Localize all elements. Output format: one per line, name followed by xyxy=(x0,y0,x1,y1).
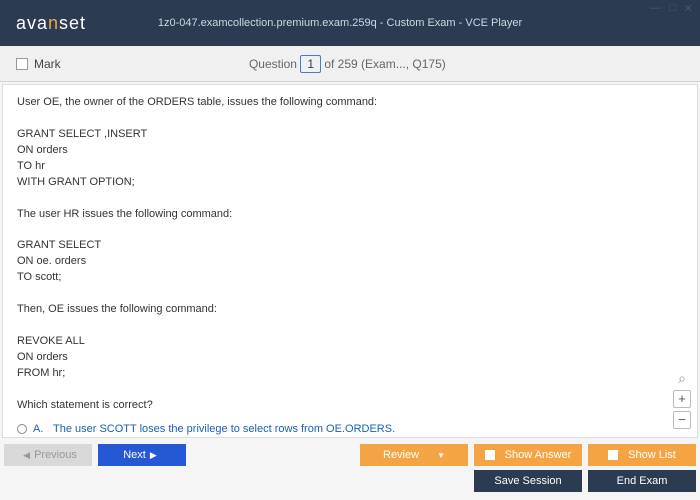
end-exam-button[interactable]: End Exam xyxy=(588,470,696,492)
logo-n: n xyxy=(48,13,59,33)
minimize-icon[interactable]: — xyxy=(647,2,664,15)
previous-label: Previous xyxy=(34,449,77,461)
question-total: of 259 (Exam..., Q175) xyxy=(324,57,445,71)
magnify-icon[interactable]: ⌕ xyxy=(673,369,691,387)
logo-post: set xyxy=(59,13,86,33)
chevron-down-icon: ▼ xyxy=(437,451,445,460)
option-text: The user SCOTT loses the privilege to se… xyxy=(53,422,395,438)
toolbar: Mark Question 1 of 259 (Exam..., Q175) xyxy=(0,46,700,82)
previous-button[interactable]: ◀ Previous xyxy=(4,444,92,466)
next-label: Next xyxy=(123,449,146,461)
chevron-left-icon: ◀ xyxy=(23,450,30,461)
zoom-out-button[interactable]: − xyxy=(673,411,691,429)
show-list-button[interactable]: Show List xyxy=(588,444,696,466)
logo-pre: ava xyxy=(16,13,48,33)
zoom-controls: ⌕ + − xyxy=(673,369,691,429)
chevron-right-icon: ▶ xyxy=(150,450,157,461)
question-indicator: Question 1 of 259 (Exam..., Q175) xyxy=(61,57,634,71)
radio-icon[interactable] xyxy=(17,424,27,434)
options-list: A. The user SCOTT loses the privilege to… xyxy=(17,422,683,438)
show-list-label: Show List xyxy=(628,449,676,461)
mark-checkbox-wrap[interactable]: Mark xyxy=(16,57,61,71)
maximize-icon[interactable]: □ xyxy=(666,2,679,15)
show-answer-check xyxy=(485,450,495,460)
show-answer-label: Show Answer xyxy=(505,449,572,461)
close-icon[interactable]: ✕ xyxy=(681,2,696,15)
review-label: Review xyxy=(383,449,419,461)
mark-checkbox[interactable] xyxy=(16,58,28,70)
option-a[interactable]: A. The user SCOTT loses the privilege to… xyxy=(17,422,683,438)
question-content: User OE, the owner of the ORDERS table, … xyxy=(2,84,698,438)
review-button[interactable]: Review ▼ xyxy=(360,444,468,466)
next-button[interactable]: Next ▶ xyxy=(98,444,186,466)
header: avanset 1z0-047.examcollection.premium.e… xyxy=(0,0,700,46)
window-title: 1z0-047.examcollection.premium.exam.259q… xyxy=(86,17,594,29)
show-list-check xyxy=(608,450,618,460)
question-word: Question xyxy=(249,57,297,71)
footer: ◀ Previous Next ▶ Review ▼ Show Answer S… xyxy=(0,438,700,498)
question-text: User OE, the owner of the ORDERS table, … xyxy=(17,95,683,414)
show-answer-button[interactable]: Show Answer xyxy=(474,444,582,466)
question-number: 1 xyxy=(300,55,321,73)
save-session-button[interactable]: Save Session xyxy=(474,470,582,492)
option-letter: A. xyxy=(33,422,47,438)
logo: avanset xyxy=(16,13,86,34)
mark-label: Mark xyxy=(34,57,61,71)
zoom-in-button[interactable]: + xyxy=(673,390,691,408)
